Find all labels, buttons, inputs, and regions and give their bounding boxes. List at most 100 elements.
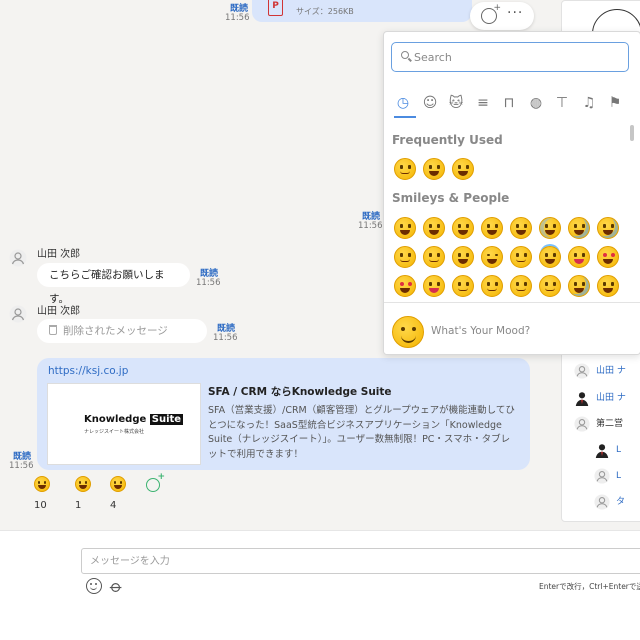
user-avatar-icon[interactable] [9, 249, 27, 267]
yum-face-icon[interactable] [597, 275, 619, 297]
message-time: 11:56 [213, 333, 238, 343]
slightly-smiling-face-icon[interactable] [394, 246, 416, 268]
reaction-chip[interactable]: 10 [34, 476, 53, 511]
add-reaction-icon[interactable] [146, 472, 165, 492]
add-reaction-icon[interactable] [481, 3, 501, 24]
clock-icon[interactable]: ◷ [394, 94, 412, 112]
sender-name: 山田 次郎 [37, 249, 81, 260]
file-size: サイズ：256KB [296, 7, 354, 16]
kissing-heart-icon[interactable] [423, 275, 445, 297]
powerpoint-file-icon: P [268, 0, 283, 16]
blush-face-icon[interactable] [510, 246, 532, 268]
member-row[interactable]: L [594, 468, 622, 484]
smiley-face-icon[interactable] [452, 158, 474, 180]
member-name: 山田 ナ [596, 366, 626, 376]
member-name: 山田 ナ [596, 393, 626, 403]
message-time: 11:56 [9, 461, 34, 471]
smiley-face-icon[interactable] [423, 217, 445, 239]
user-photo-icon [594, 442, 610, 458]
section-title: Smileys & People [392, 191, 510, 205]
user-avatar-icon [594, 468, 610, 484]
heart-eyes-icon[interactable] [597, 246, 619, 268]
message-bubble[interactable]: こちらご確認お願いします。 [37, 263, 190, 305]
message-link[interactable]: https://ksj.co.jp [48, 365, 128, 377]
member-row[interactable]: 山田 ナ [574, 390, 626, 406]
user-avatar-icon[interactable] [9, 305, 27, 323]
message-actions-pill: ··· [470, 2, 534, 30]
cat-icon[interactable]: 🐱 [447, 94, 465, 112]
reaction-chip[interactable]: 1 [75, 476, 94, 511]
reaction-chip[interactable]: 4 [110, 476, 129, 511]
bus-icon[interactable]: ⊓ [500, 94, 518, 112]
emoji-search-input[interactable] [414, 48, 624, 66]
flag-icon[interactable]: ⚑ [606, 94, 624, 112]
logo-subtitle: ナレッジスイート株式会社 [84, 429, 145, 435]
file-message-bubble[interactable]: P サイズ：256KB [252, 0, 472, 22]
grinning-face-icon [34, 476, 50, 492]
rofl-icon[interactable] [568, 217, 590, 239]
sweat-smile-icon[interactable] [539, 217, 561, 239]
grinning-face-icon [110, 476, 126, 492]
message-input[interactable] [81, 548, 640, 574]
sender-name: 山田 次郎 [37, 306, 81, 317]
melting-face-icon[interactable] [452, 246, 474, 268]
emoji-category-tabs: ◷ ☺ 🐱 ≡ ⊓ ◍ ⊤ ♫ ⚑ [394, 94, 634, 116]
smiling-face-preview-icon [392, 316, 424, 348]
kissing-closed-eyes-icon[interactable] [510, 275, 532, 297]
more-icon[interactable]: ··· [507, 5, 523, 21]
kissing-face-icon[interactable] [452, 275, 474, 297]
emoji-picker: ◷ ☺ 🐱 ≡ ⊓ ◍ ⊤ ♫ ⚑ Frequently Used Smiley… [383, 31, 640, 355]
joy-face-icon[interactable] [597, 217, 619, 239]
ball-icon[interactable]: ◍ [527, 94, 545, 112]
smile-face-icon[interactable] [452, 217, 474, 239]
winking-face-icon[interactable] [481, 246, 503, 268]
link-preview-title[interactable]: SFA / CRM ならKnowledge Suite [208, 384, 392, 399]
burger-icon[interactable]: ≡ [474, 94, 492, 112]
message-time: 11:56 [358, 221, 383, 231]
user-photo-icon [574, 390, 590, 406]
halo-face-icon[interactable] [539, 246, 561, 268]
grinning-face-icon[interactable] [423, 158, 445, 180]
smiley-icon[interactable]: ☺ [421, 94, 439, 112]
composer: ⌀ Enterで改行，Ctrl+Enterで送信 [0, 530, 640, 640]
grinning-face-icon[interactable] [394, 217, 416, 239]
relaxed-face-icon[interactable] [481, 275, 503, 297]
kissing-smiling-eyes-icon[interactable] [539, 275, 561, 297]
member-name: タ [616, 497, 626, 507]
emoji-picker-scrollbar[interactable] [630, 125, 634, 141]
emoji-preview-footer: What's Your Mood? [384, 302, 640, 354]
upside-down-face-icon[interactable] [423, 246, 445, 268]
smiling-tear-icon[interactable] [568, 275, 590, 297]
laughing-face-icon[interactable] [510, 217, 532, 239]
attachment-icon[interactable]: ⌀ [105, 576, 126, 597]
link-preview-description: SFA（営業支援）/CRM（顧客管理）とグループウェアが機能連動してひとつになっ… [208, 405, 515, 460]
user-avatar-icon [574, 416, 590, 432]
link-preview-image[interactable]: Knowledge Suite ナレッジスイート株式会社 [47, 383, 201, 465]
member-name: 第二営 [596, 419, 624, 429]
message-time: 11:56 [225, 13, 250, 23]
member-row[interactable]: タ [594, 494, 626, 510]
emoji-icon[interactable] [86, 578, 102, 594]
member-row[interactable]: 第二営 [574, 416, 624, 432]
deleted-message-bubble: 削除されたメッセージ [37, 319, 207, 343]
music-icon[interactable]: ♫ [580, 94, 598, 112]
deleted-message-text: 削除されたメッセージ [63, 325, 168, 337]
slightly-smiling-face-icon[interactable] [394, 158, 416, 180]
member-name: L [616, 471, 622, 481]
shirt-icon[interactable]: ⊤ [553, 94, 571, 112]
user-avatar-icon [574, 363, 590, 379]
message-time: 11:56 [196, 278, 221, 288]
active-tab-indicator [394, 116, 416, 118]
knowledge-suite-logo: Knowledge Suite [84, 414, 184, 425]
user-avatar-icon [594, 494, 610, 510]
trash-icon [49, 325, 57, 335]
send-hint: Enterで改行，Ctrl+Enterで送信 [539, 582, 640, 591]
link-message-bubble: https://ksj.co.jp Knowledge Suite ナレッジスイ… [37, 358, 530, 470]
grinning-face-icon [75, 476, 91, 492]
beaming-face-icon[interactable] [481, 217, 503, 239]
member-row[interactable]: L [594, 442, 621, 458]
member-row[interactable]: 山田 ナ [574, 363, 626, 379]
star-struck-icon[interactable] [394, 275, 416, 297]
emoji-search-box [391, 42, 629, 72]
smiling-hearts-icon[interactable] [568, 246, 590, 268]
